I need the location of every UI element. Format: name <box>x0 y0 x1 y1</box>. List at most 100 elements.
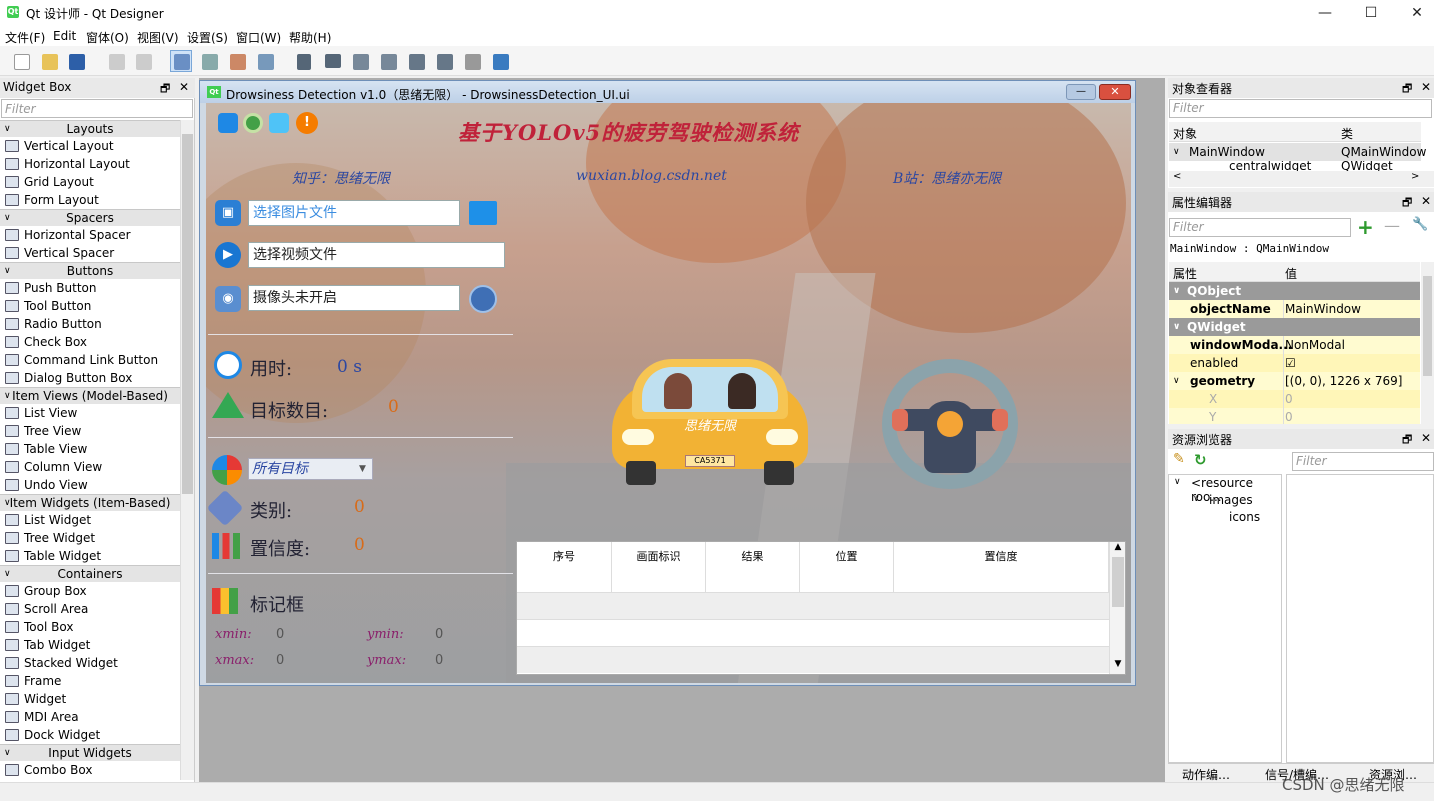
form-minimize-icon[interactable]: — <box>1066 84 1096 100</box>
widget-filter-input[interactable]: Filter <box>1 99 193 118</box>
edit-tab-order-icon[interactable] <box>254 50 276 72</box>
menu-help[interactable]: 帮助(H) <box>289 29 331 46</box>
add-property-icon[interactable]: + <box>1357 215 1374 239</box>
category-layouts[interactable]: ∨ Layouts <box>0 120 180 137</box>
scroll-down-icon[interactable]: ▼ <box>1110 659 1126 673</box>
widget-item[interactable]: Stacked Widget <box>2 654 180 672</box>
widget-item[interactable]: Tree Widget <box>2 529 180 547</box>
open-folder-icon[interactable] <box>38 50 60 72</box>
category-item-views[interactable]: ∨ Item Views (Model-Based) <box>0 387 180 404</box>
user-icon[interactable] <box>269 113 289 133</box>
pencil-icon[interactable]: ✎ <box>1173 451 1185 467</box>
property-scrollbar[interactable] <box>1421 262 1434 424</box>
close-panel-icon[interactable]: ✕ <box>179 80 189 94</box>
category-spacers[interactable]: ∨ Spacers <box>0 209 180 226</box>
float-icon[interactable]: 🗗 <box>160 80 170 99</box>
property-row[interactable]: ∨ geometry [(0, 0), 1226 x 769] <box>1169 372 1420 390</box>
col-header-frame[interactable]: 画面标识 <box>612 542 706 592</box>
settings-icon[interactable] <box>243 113 263 133</box>
camera-status-input[interactable]: 摄像头未开启 <box>248 285 460 311</box>
widget-item[interactable]: Check Box <box>2 333 180 351</box>
widget-item[interactable]: Tree View <box>2 422 180 440</box>
results-table[interactable]: 序号 画面标识 结果 位置 置信度 ▲ ▼ <box>516 541 1126 675</box>
property-row[interactable]: ∨ QObject <box>1169 282 1420 300</box>
resource-filter-input[interactable]: Filter <box>1292 452 1434 471</box>
object-row-mainwindow[interactable]: ∨ MainWindow QMainWindow <box>1169 143 1426 161</box>
menu-settings[interactable]: 设置(S) <box>187 29 228 46</box>
object-row-centralwidget[interactable]: centralwidget QWidget <box>1169 161 1421 171</box>
layout-grid-icon[interactable] <box>405 50 427 72</box>
table-row[interactable] <box>517 646 1109 673</box>
scroll-left-icon[interactable]: < <box>1173 171 1181 182</box>
layout-h-splitter-icon[interactable] <box>349 50 371 72</box>
widget-item[interactable]: List View <box>2 404 180 422</box>
property-row[interactable]: X0 <box>1169 390 1420 408</box>
property-row[interactable]: enabled ☑ <box>1169 354 1420 372</box>
new-file-icon[interactable] <box>10 50 32 72</box>
float-icon[interactable]: 🗗 <box>1402 194 1412 213</box>
col-class[interactable]: 类 <box>1341 125 1353 142</box>
layout-v-splitter-icon[interactable] <box>377 50 399 72</box>
widget-item[interactable]: Column View <box>2 458 180 476</box>
scroll-thumb[interactable] <box>1423 276 1432 376</box>
property-row[interactable]: ∨ QWidget <box>1169 318 1420 336</box>
wrench-icon[interactable]: 🔧 <box>1412 217 1428 232</box>
tab-action-editor[interactable]: 动作编… <box>1182 766 1230 783</box>
tree-images[interactable]: images <box>1209 493 1253 507</box>
category-buttons[interactable]: ∨ Buttons <box>0 262 180 279</box>
tree-icons[interactable]: icons <box>1229 510 1260 524</box>
widget-item[interactable]: Frame <box>2 672 180 690</box>
widget-item[interactable]: Push Button <box>2 279 180 297</box>
widget-box-scrollbar[interactable] <box>180 120 194 780</box>
widget-item[interactable]: Group Box <box>2 582 180 600</box>
close-panel-icon[interactable]: ✕ <box>1421 431 1431 445</box>
folder-icon[interactable] <box>469 201 497 225</box>
widget-item[interactable]: Undo View <box>2 476 180 494</box>
property-filter-input[interactable]: Filter <box>1169 218 1351 237</box>
widget-item[interactable]: Command Link Button <box>2 351 180 369</box>
category-item-widgets[interactable]: ∨ Item Widgets (Item-Based) <box>0 494 180 511</box>
widget-item[interactable]: Grid Layout <box>2 173 180 191</box>
scroll-thumb[interactable] <box>182 134 193 494</box>
widget-item[interactable]: Scroll Area <box>2 600 180 618</box>
widget-item[interactable]: List Widget <box>2 511 180 529</box>
copy-icon[interactable] <box>105 50 127 72</box>
menu-view[interactable]: 视图(V) <box>137 29 179 46</box>
widget-item[interactable]: Dock Widget <box>2 726 180 744</box>
chevron-down-icon[interactable]: ∨ <box>1174 477 1181 487</box>
float-icon[interactable]: 🗗 <box>1402 431 1412 450</box>
scroll-up-icon[interactable]: ▲ <box>1110 542 1126 556</box>
widget-item[interactable]: Dialog Button Box <box>2 369 180 387</box>
col-header-confidence[interactable]: 置信度 <box>894 542 1109 592</box>
edit-signals-icon[interactable] <box>198 50 220 72</box>
widget-item[interactable]: Tab Widget <box>2 636 180 654</box>
scroll-right-icon[interactable]: > <box>1411 171 1419 182</box>
property-row[interactable]: objectName MainWindow <box>1169 300 1420 318</box>
widget-item[interactable]: Combo Box <box>2 761 180 779</box>
camera-toggle-icon[interactable] <box>218 113 238 133</box>
layout-form-icon[interactable] <box>433 50 455 72</box>
property-row[interactable]: Y0 <box>1169 408 1420 424</box>
menu-edit[interactable]: Edit <box>53 29 76 43</box>
info-icon[interactable]: ! <box>296 112 318 134</box>
close-panel-icon[interactable]: ✕ <box>1421 194 1431 208</box>
table-scrollbar[interactable]: ▲ ▼ <box>1109 542 1125 674</box>
widget-item[interactable]: Table View <box>2 440 180 458</box>
form-window[interactable]: Qt Drowsiness Detection v1.0（思绪无限） - Dro… <box>199 80 1136 686</box>
widget-item[interactable]: Radio Button <box>2 315 180 333</box>
menu-file[interactable]: 文件(F) <box>5 29 45 46</box>
widget-item[interactable]: Vertical Spacer <box>2 244 180 262</box>
chevron-down-icon[interactable]: ∨ <box>1173 143 1180 161</box>
widget-item[interactable]: Table Widget <box>2 547 180 565</box>
widget-item[interactable]: Tool Box <box>2 618 180 636</box>
layout-vertical-icon[interactable] <box>321 50 343 72</box>
object-filter-input[interactable]: Filter <box>1169 99 1432 118</box>
col-header-index[interactable]: 序号 <box>517 542 612 592</box>
target-select[interactable]: 所有目标 ▼ <box>248 458 373 480</box>
chevron-down-icon[interactable]: ∨ <box>1193 494 1200 504</box>
paste-icon[interactable] <box>132 50 154 72</box>
edit-widgets-icon[interactable] <box>170 50 192 72</box>
scroll-thumb[interactable] <box>1112 557 1124 607</box>
col-header-result[interactable]: 结果 <box>706 542 800 592</box>
property-row[interactable]: windowModa... NonModal <box>1169 336 1420 354</box>
